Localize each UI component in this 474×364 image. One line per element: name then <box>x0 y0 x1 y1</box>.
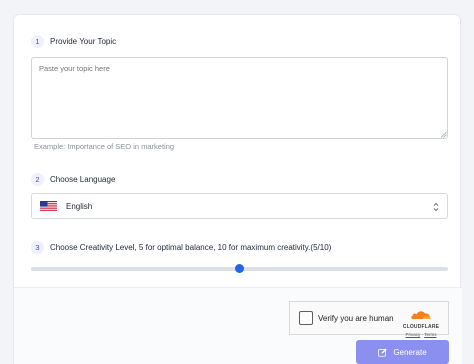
step-number-badge: 3 <box>31 241 44 254</box>
captcha-widget: Verify you are human CLOUDFLARE Privacy … <box>289 301 449 337</box>
chevron-up-down-icon <box>433 202 439 212</box>
captcha-label: Verify you are human <box>318 313 394 323</box>
topic-input[interactable] <box>31 57 448 139</box>
step-number-badge: 2 <box>31 173 44 186</box>
language-select[interactable]: English <box>31 193 448 219</box>
privacy-link[interactable]: Privacy <box>406 332 421 337</box>
cloudflare-logo: CLOUDFLARE Privacy · Terms <box>400 307 442 337</box>
cloudflare-wordmark: CLOUDFLARE <box>402 324 440 330</box>
cloudflare-cloud-icon <box>411 311 431 319</box>
resize-handle-icon[interactable] <box>440 131 447 138</box>
language-selected-label: English <box>66 201 93 211</box>
topic-example-hint: Example: Importance of SEO in marketing <box>34 142 175 151</box>
edit-icon <box>378 348 387 357</box>
generate-button[interactable]: Generate <box>356 340 449 364</box>
step-title: Choose Language <box>50 175 116 184</box>
step-3-header: 3 Choose Creativity Level, 5 for optimal… <box>31 241 331 254</box>
link-separator: · <box>421 332 424 337</box>
step-title: Choose Creativity Level, 5 for optimal b… <box>50 243 332 252</box>
step-1-header: 1 Provide Your Topic <box>31 35 116 48</box>
step-title: Provide Your Topic <box>50 37 117 46</box>
captcha-checkbox[interactable] <box>299 311 313 325</box>
captcha-links: Privacy · Terms <box>400 332 442 337</box>
generate-button-label: Generate <box>393 347 427 357</box>
creativity-slider-thumb[interactable] <box>235 264 244 273</box>
step-2-header: 2 Choose Language <box>31 173 115 186</box>
us-flag-icon <box>40 200 57 212</box>
generator-form-card: 1 Provide Your Topic Example: Importance… <box>13 14 462 364</box>
step-number-badge: 1 <box>31 35 44 48</box>
terms-link[interactable]: Terms <box>424 332 436 337</box>
